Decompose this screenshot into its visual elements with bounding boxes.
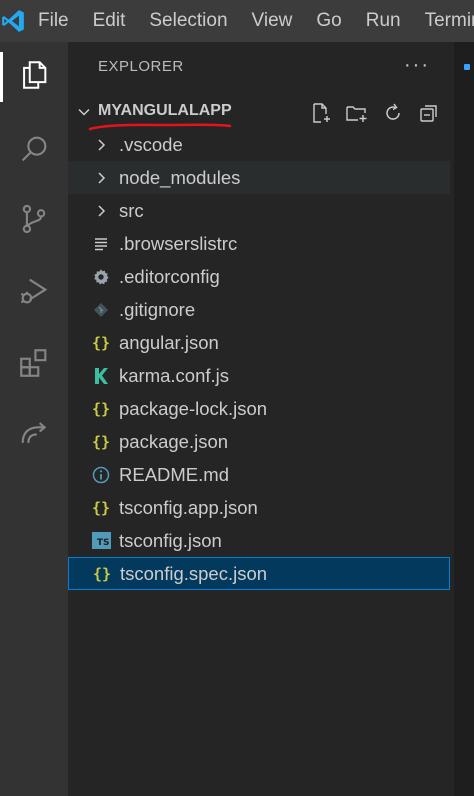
explorer-sidebar: EXPLORER ··· MYANGULALAPP .vscode node_m… — [68, 42, 454, 796]
menu-run[interactable]: Run — [354, 0, 413, 42]
tree-item-label: .browserslistrc — [119, 232, 238, 254]
more-actions-button[interactable]: ··· — [404, 54, 430, 77]
file-tree: .vscode node_modules src .browserslistrc — [68, 128, 454, 590]
menu-go[interactable]: Go — [304, 0, 353, 42]
run-debug-activity-button[interactable] — [0, 262, 68, 324]
refresh-icon[interactable] — [380, 100, 406, 126]
remote-explorer-icon — [17, 416, 51, 455]
new-folder-icon[interactable] — [344, 100, 370, 126]
tree-item-label: .editorconfig — [119, 265, 220, 287]
tree-item-src[interactable]: src — [68, 194, 450, 227]
info-icon — [90, 464, 112, 486]
tree-item-label: node_modules — [119, 166, 241, 188]
json-icon: {} — [91, 333, 111, 352]
explorer-activity-button[interactable] — [0, 46, 68, 108]
tree-item-gitignore[interactable]: .gitignore — [68, 293, 450, 326]
tree-item-readme[interactable]: README.md — [68, 458, 450, 491]
tree-item-vscode[interactable]: .vscode — [68, 128, 450, 161]
editor-area-edge — [454, 42, 474, 796]
workspace-folder-header[interactable]: MYANGULALAPP — [68, 96, 454, 131]
source-control-icon — [17, 202, 51, 241]
extensions-activity-button[interactable] — [0, 334, 68, 396]
tree-item-label: package-lock.json — [119, 397, 268, 419]
source-control-activity-button[interactable] — [0, 190, 68, 252]
run-debug-icon — [17, 274, 51, 313]
tree-item-label: package.json — [119, 430, 229, 452]
remote-explorer-activity-button[interactable] — [0, 404, 68, 466]
folder-actions — [308, 100, 442, 126]
tree-item-label: .gitignore — [119, 298, 196, 320]
tree-item-label: angular.json — [119, 331, 219, 353]
collapse-all-icon[interactable] — [416, 100, 442, 126]
menu-view[interactable]: View — [240, 0, 305, 42]
vscode-logo-icon[interactable] — [0, 0, 26, 42]
tree-item-label: .vscode — [119, 133, 183, 155]
tree-item-angular-json[interactable]: {} angular.json — [68, 326, 450, 359]
gear-icon — [90, 266, 112, 288]
menu-file[interactable]: File — [26, 0, 81, 42]
karma-icon — [90, 365, 112, 387]
tree-item-tsconfig-spec-json[interactable]: {} tsconfig.spec.json — [68, 557, 450, 590]
new-file-icon[interactable] — [308, 100, 334, 126]
files-icon — [17, 58, 51, 97]
json-icon: {} — [92, 564, 112, 583]
explorer-title: EXPLORER — [98, 58, 184, 75]
chevron-right-icon — [90, 200, 112, 222]
search-activity-button[interactable] — [0, 120, 68, 182]
tree-item-karma-conf[interactable]: karma.conf.js — [68, 359, 450, 392]
tree-item-browserslistrc[interactable]: .browserslistrc — [68, 227, 450, 260]
git-icon — [90, 299, 112, 321]
status-dot — [464, 64, 470, 70]
tree-item-label: tsconfig.json — [119, 529, 222, 551]
menu-edit[interactable]: Edit — [81, 0, 138, 42]
tree-item-label: tsconfig.spec.json — [120, 562, 268, 584]
tree-item-label: README.md — [119, 463, 229, 485]
activity-bar — [0, 42, 68, 796]
menu-terminal[interactable]: Terminal — [413, 0, 474, 42]
ts-badge: TS — [91, 532, 111, 549]
lines-icon — [90, 233, 112, 255]
json-icon: {} — [91, 498, 111, 517]
tree-item-tsconfig-json[interactable]: TS tsconfig.json — [68, 524, 450, 557]
chevron-right-icon — [90, 167, 112, 189]
menu-bar: File Edit Selection View Go Run Terminal — [0, 0, 474, 42]
menu-selection[interactable]: Selection — [137, 0, 239, 42]
tree-item-editorconfig[interactable]: .editorconfig — [68, 260, 450, 293]
workspace-folder-name: MYANGULALAPP — [98, 102, 232, 119]
tree-item-tsconfig-app-json[interactable]: {} tsconfig.app.json — [68, 491, 450, 524]
tree-item-package-lock-json[interactable]: {} package-lock.json — [68, 392, 450, 425]
tree-item-label: tsconfig.app.json — [119, 496, 258, 518]
tree-item-package-json[interactable]: {} package.json — [68, 425, 450, 458]
tree-item-label: src — [119, 199, 144, 221]
json-icon: {} — [91, 432, 111, 451]
typescript-icon: TS — [90, 530, 112, 552]
tree-item-label: karma.conf.js — [119, 364, 230, 386]
extensions-icon — [17, 346, 51, 385]
json-icon: {} — [91, 399, 111, 418]
tree-item-node-modules[interactable]: node_modules — [68, 161, 450, 194]
chevron-right-icon — [90, 134, 112, 156]
search-icon — [17, 132, 51, 171]
